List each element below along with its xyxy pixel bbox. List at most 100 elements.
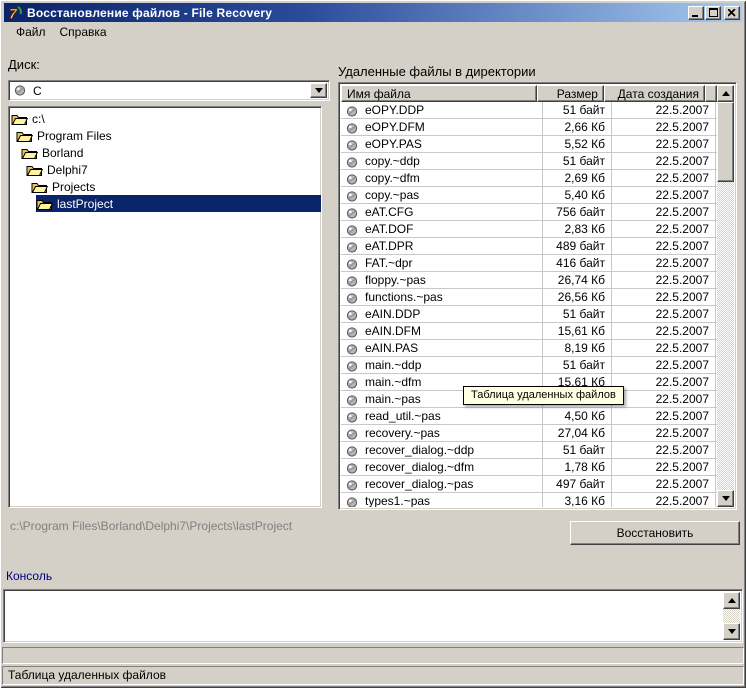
file-row[interactable]: read_util.~pas 4,50 Кб 22.5.2007 <box>341 408 717 425</box>
file-date: 22.5.2007 <box>612 255 716 271</box>
file-row[interactable]: eOPY.PAS 5,52 Кб 22.5.2007 <box>341 136 717 153</box>
status-panel-empty <box>2 647 744 664</box>
delphi-app-icon: 7 <box>7 5 23 21</box>
menubar: Файл Справка <box>4 22 742 41</box>
file-date: 22.5.2007 <box>612 425 716 441</box>
close-button[interactable] <box>724 5 740 20</box>
file-row[interactable]: recover_dialog.~pas 497 байт 22.5.2007 <box>341 476 717 493</box>
folder-icon <box>31 180 49 193</box>
file-size: 497 байт <box>543 476 612 492</box>
disk-combobox[interactable]: C <box>8 80 330 101</box>
arrow-up-icon <box>721 91 730 96</box>
column-header-filler <box>705 85 717 102</box>
file-icon <box>346 479 359 491</box>
maximize-button[interactable] <box>705 5 721 20</box>
combo-dropdown-button[interactable] <box>310 83 327 98</box>
file-name: main.~dfm <box>365 375 422 389</box>
file-row[interactable]: FAT.~dpr 416 байт 22.5.2007 <box>341 255 717 272</box>
table-tooltip: Таблица удаленных файлов <box>463 386 624 405</box>
file-name: read_util.~pas <box>365 409 441 423</box>
file-row[interactable]: eOPY.DFM 2,66 Кб 22.5.2007 <box>341 119 717 136</box>
directory-tree[interactable]: c:\ Program Files Borland Delphi7 Projec… <box>8 106 322 508</box>
file-date: 22.5.2007 <box>612 119 716 135</box>
file-size: 1,78 Кб <box>543 459 612 475</box>
table-scrollbar[interactable] <box>717 85 734 507</box>
file-size: 2,83 Кб <box>543 221 612 237</box>
menu-help[interactable]: Справка <box>53 24 114 40</box>
tree-item[interactable]: lastProject <box>36 195 321 212</box>
file-row[interactable]: eAT.CFG 756 байт 22.5.2007 <box>341 204 717 221</box>
scrollbar-thumb[interactable] <box>717 102 734 182</box>
status-text: Таблица удаленных файлов <box>8 668 166 682</box>
file-size: 2,66 Кб <box>543 119 612 135</box>
file-name: recovery.~pas <box>365 426 440 440</box>
file-row[interactable]: recovery.~pas 27,04 Кб 22.5.2007 <box>341 425 717 442</box>
arrow-up-icon <box>727 598 736 603</box>
file-size: 27,04 Кб <box>543 425 612 441</box>
file-row[interactable]: types1.~pas 3,16 Кб 22.5.2007 <box>341 493 717 507</box>
tree-item[interactable]: Projects <box>31 178 321 195</box>
file-row[interactable]: floppy.~pas 26,74 Кб 22.5.2007 <box>341 272 717 289</box>
file-row[interactable]: main.~ddp 51 байт 22.5.2007 <box>341 357 717 374</box>
file-row[interactable]: functions.~pas 26,56 Кб 22.5.2007 <box>341 289 717 306</box>
file-date: 22.5.2007 <box>612 493 716 507</box>
menu-file[interactable]: Файл <box>9 24 53 40</box>
file-icon <box>346 241 359 253</box>
file-name: functions.~pas <box>365 290 443 304</box>
selected-drive: C <box>33 83 42 98</box>
scrollbar-track[interactable] <box>717 102 734 490</box>
file-icon <box>346 139 359 151</box>
file-row[interactable]: recover_dialog.~dfm 1,78 Кб 22.5.2007 <box>341 459 717 476</box>
scroll-down-button[interactable] <box>717 490 734 507</box>
file-icon <box>346 258 359 270</box>
console-scrollbar-track[interactable] <box>723 609 740 623</box>
tree-item[interactable]: Program Files <box>16 127 321 144</box>
file-row[interactable]: recover_dialog.~ddp 51 байт 22.5.2007 <box>341 442 717 459</box>
tree-item-label: Delphi7 <box>47 162 88 177</box>
file-icon <box>346 156 359 168</box>
console-scroll-down-button[interactable] <box>723 623 740 640</box>
file-size: 5,52 Кб <box>543 136 612 152</box>
deleted-files-table: Имя файла Размер Дата создания eOPY.DDP … <box>338 82 737 510</box>
window-title: Восстановление файлов - File Recovery <box>27 5 273 20</box>
column-header-name[interactable]: Имя файла <box>341 85 537 102</box>
column-header-size[interactable]: Размер <box>536 85 604 102</box>
file-row[interactable]: copy.~dfm 2,69 Кб 22.5.2007 <box>341 170 717 187</box>
folder-icon <box>11 112 29 125</box>
file-row[interactable]: eAT.DOF 2,83 Кб 22.5.2007 <box>341 221 717 238</box>
file-name: copy.~dfm <box>365 171 420 185</box>
file-date: 22.5.2007 <box>612 391 716 407</box>
file-row[interactable]: eAIN.DDP 51 байт 22.5.2007 <box>341 306 717 323</box>
file-date: 22.5.2007 <box>612 238 716 254</box>
tree-item[interactable]: c:\ <box>11 110 321 127</box>
file-date: 22.5.2007 <box>612 459 716 475</box>
file-row[interactable]: eOPY.DDP 51 байт 22.5.2007 <box>341 102 717 119</box>
titlebar[interactable]: 7 Восстановление файлов - File Recovery <box>4 3 742 22</box>
tree-item[interactable]: Delphi7 <box>26 161 321 178</box>
console-text[interactable] <box>6 592 740 640</box>
folder-icon <box>26 163 44 176</box>
restore-button[interactable]: Восстановить <box>570 521 740 545</box>
file-size: 51 байт <box>543 442 612 458</box>
file-date: 22.5.2007 <box>612 306 716 322</box>
file-name: recover_dialog.~ddp <box>365 443 475 457</box>
console-scroll-up-button[interactable] <box>723 592 740 609</box>
file-row[interactable]: copy.~pas 5,40 Кб 22.5.2007 <box>341 187 717 204</box>
minimize-button[interactable] <box>688 5 704 20</box>
file-row[interactable]: copy.~ddp 51 байт 22.5.2007 <box>341 153 717 170</box>
scroll-up-button[interactable] <box>717 85 734 102</box>
tree-item[interactable]: Borland <box>21 144 321 161</box>
file-size: 51 байт <box>543 357 612 373</box>
file-row[interactable]: eAIN.DFM 15,61 Кб 22.5.2007 <box>341 323 717 340</box>
console-scrollbar[interactable] <box>723 592 740 640</box>
file-row[interactable]: eAT.DPR 489 байт 22.5.2007 <box>341 238 717 255</box>
column-header-date[interactable]: Дата создания <box>603 85 705 102</box>
file-row[interactable]: eAIN.PAS 8,19 Кб 22.5.2007 <box>341 340 717 357</box>
console-output[interactable] <box>3 589 743 643</box>
file-icon <box>346 343 359 355</box>
file-name: copy.~pas <box>365 188 420 202</box>
file-icon <box>346 275 359 287</box>
file-size: 2,69 Кб <box>543 170 612 186</box>
file-name: recover_dialog.~pas <box>365 477 474 491</box>
folder-icon <box>36 197 54 210</box>
